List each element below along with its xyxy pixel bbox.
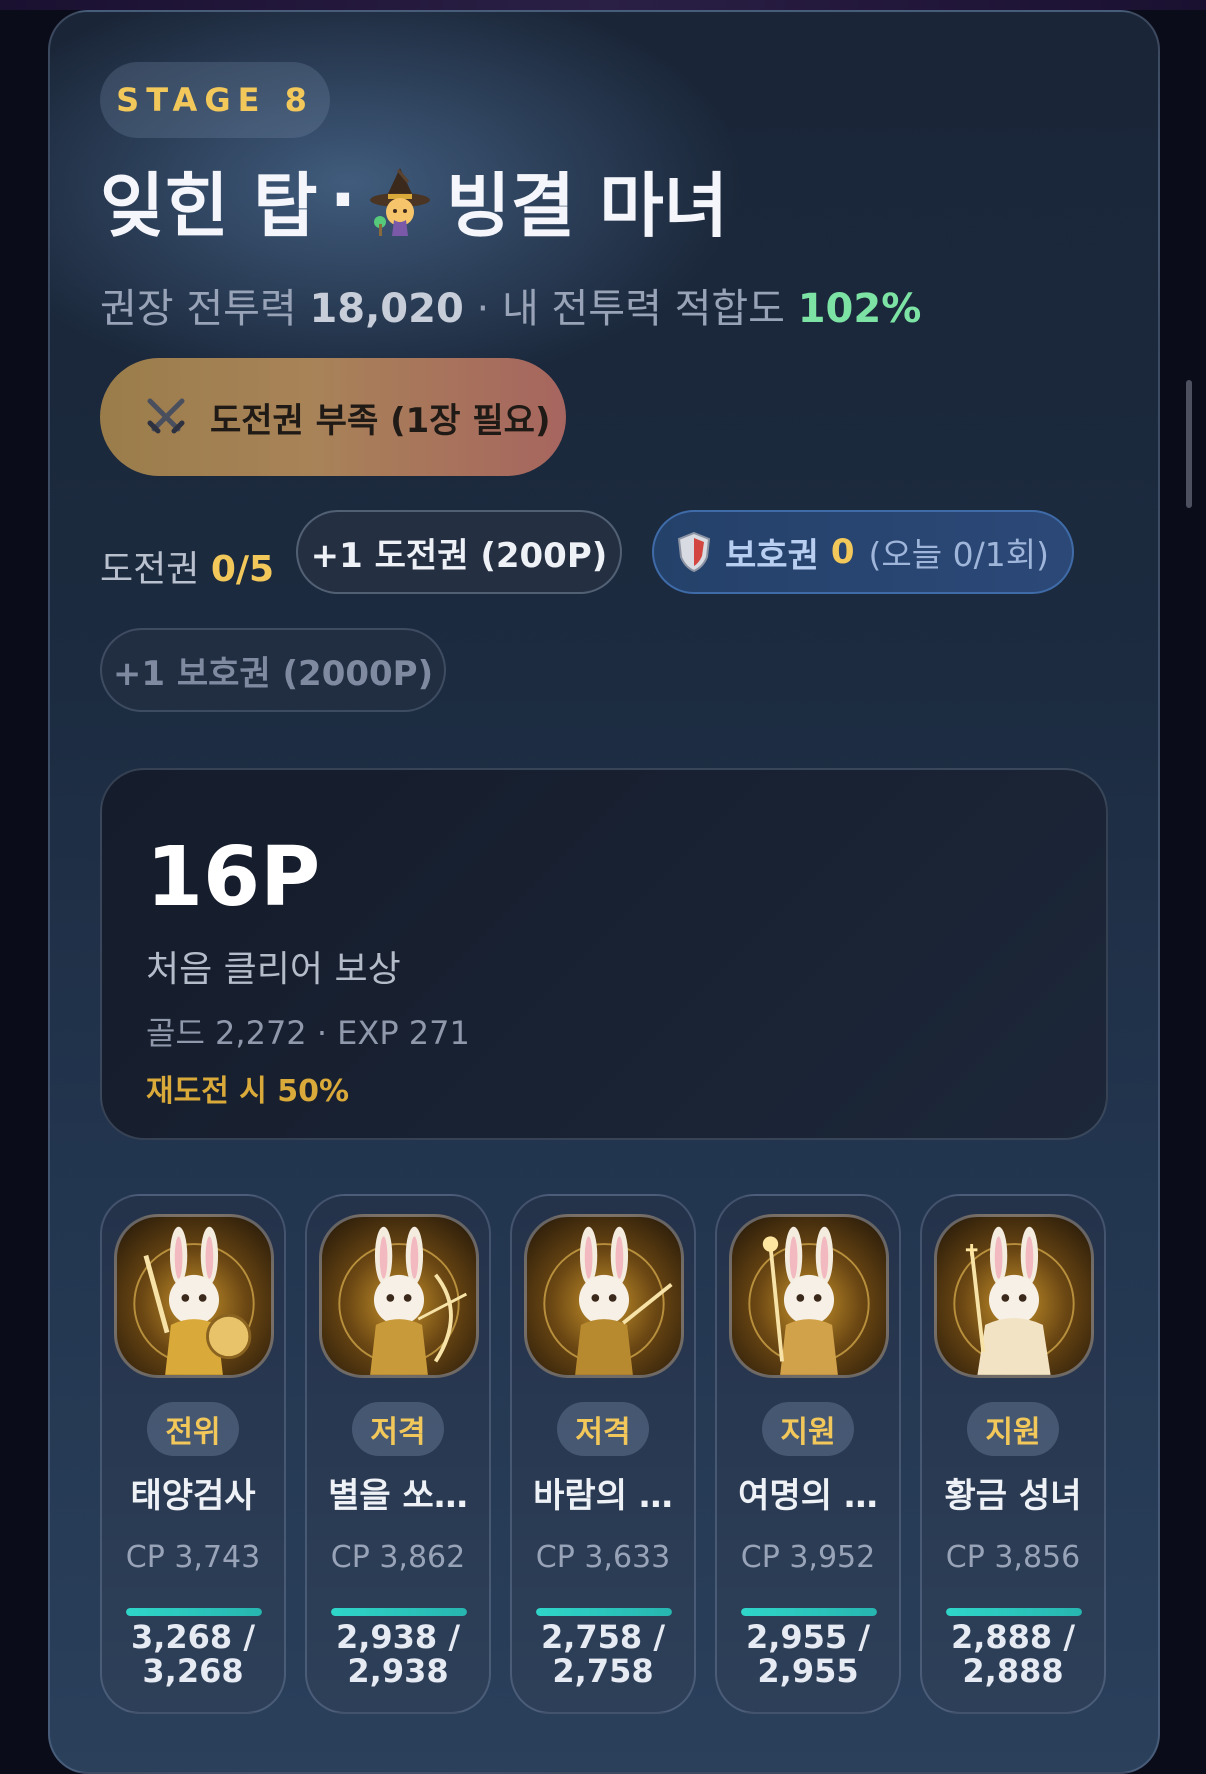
unit-role-badge: 저격 xyxy=(557,1402,649,1456)
unit-name: 태양검사 xyxy=(130,1476,256,1516)
unit-name: 바람의 … xyxy=(533,1476,673,1516)
unit-hp: 2,938 / 2,938 xyxy=(335,1618,461,1690)
recommended-power-label: 권장 전투력 xyxy=(100,286,297,332)
buy-ticket-button[interactable]: +1 도전권 (200P) xyxy=(296,510,622,594)
unit-card[interactable]: 저격 별을 쏘… CP 3,862 2,938 / 2,938 xyxy=(305,1194,491,1714)
bunny-saint-portrait xyxy=(934,1214,1094,1378)
unit-role-badge: 저격 xyxy=(352,1402,444,1456)
unit-role-badge: 지원 xyxy=(762,1402,854,1456)
bunny-archer-portrait xyxy=(319,1214,479,1378)
bunny-mage-portrait xyxy=(729,1214,889,1378)
challenge-button-label: 도전권 부족 (1장 필요) xyxy=(210,400,551,441)
reward-detail: 골드 2,272 · EXP 271 xyxy=(146,1014,470,1052)
unit-card[interactable]: 지원 여명의 … CP 3,952 2,955 / 2,955 xyxy=(715,1194,901,1714)
unit-name: 별을 쏘… xyxy=(328,1476,468,1516)
unit-hp-bar xyxy=(126,1608,262,1616)
unit-hp-bar xyxy=(536,1608,672,1616)
power-fit-value: 102% xyxy=(797,286,922,332)
shield-count: 0 xyxy=(830,532,855,572)
shield-label: 보호권 xyxy=(725,535,819,576)
unit-cp: CP 3,952 xyxy=(740,1540,876,1575)
unit-cp: CP 3,743 xyxy=(125,1540,261,1575)
buy-shield-button[interactable]: +1 보호권 (2000P) xyxy=(100,628,446,712)
unit-hp: 3,268 / 3,268 xyxy=(130,1618,256,1690)
challenge-button[interactable]: 도전권 부족 (1장 필요) xyxy=(100,358,566,476)
unit-name: 여명의 … xyxy=(738,1476,878,1516)
ticket-count: 도전권 0/5 xyxy=(100,540,274,592)
stage-badge: STAGE 8 xyxy=(100,62,330,138)
unit-hp: 2,955 / 2,955 xyxy=(745,1618,871,1690)
unit-hp: 2,758 / 2,758 xyxy=(540,1618,666,1690)
bunny-knight-portrait xyxy=(114,1214,274,1378)
unit-card[interactable]: 전위 태양검사 CP 3,743 3,268 / 3,268 xyxy=(100,1194,286,1714)
reward-retry-rate: 재도전 시 50% xyxy=(146,1074,350,1109)
unit-hp-fill xyxy=(331,1608,467,1616)
scrollbar[interactable] xyxy=(1186,380,1192,508)
unit-hp-bar xyxy=(946,1608,1082,1616)
title-place: 잊힌 탑 xyxy=(100,164,318,247)
unit-hp: 2,888 / 2,888 xyxy=(950,1618,1076,1690)
power-info-separator: · xyxy=(476,286,490,332)
power-info: 권장 전투력 18,020 · 내 전투력 적합도 102% xyxy=(100,276,921,334)
shield-icon xyxy=(677,531,711,573)
unit-hp-fill xyxy=(741,1608,877,1616)
reward-label: 처음 클리어 보상 xyxy=(146,949,401,990)
top-edge xyxy=(0,0,1206,10)
unit-name: 황금 성녀 xyxy=(944,1476,1082,1516)
reward-points: 16P xyxy=(146,830,321,925)
unit-card[interactable]: 저격 바람의 … CP 3,633 2,758 / 2,758 xyxy=(510,1194,696,1714)
unit-role-badge: 지원 xyxy=(967,1402,1059,1456)
ticket-count-label: 도전권 xyxy=(100,549,200,590)
witch-icon xyxy=(368,164,432,236)
power-fit-label: 내 전투력 적합도 xyxy=(501,286,785,332)
unit-hp-bar xyxy=(331,1608,467,1616)
recommended-power-value: 18,020 xyxy=(309,286,464,332)
crossed-swords-icon xyxy=(144,395,188,439)
unit-cp: CP 3,862 xyxy=(330,1540,466,1575)
title-boss: 빙결 마녀 xyxy=(446,164,729,247)
stage-panel: STAGE 8 잊힌 탑 · 빙결 마녀 권장 전투력 18,020 · 내 전… xyxy=(48,10,1160,1774)
unit-hp-fill xyxy=(536,1608,672,1616)
unit-cp: CP 3,856 xyxy=(945,1540,1081,1575)
unit-hp-fill xyxy=(126,1608,262,1616)
unit-hp-bar xyxy=(741,1608,877,1616)
page-title: 잊힌 탑 · 빙결 마녀 xyxy=(100,159,728,247)
ticket-count-value: 0/5 xyxy=(210,549,275,590)
unit-cp: CP 3,633 xyxy=(535,1540,671,1575)
unit-role-badge: 전위 xyxy=(147,1402,239,1456)
shield-status-button[interactable]: 보호권 0 (오늘 0/1회) xyxy=(652,510,1074,594)
party-units: 전위 태양검사 CP 3,743 3,268 / 3,268 저격 별을 쏘… … xyxy=(100,1194,1108,1754)
unit-hp-fill xyxy=(946,1608,1082,1616)
shield-today-usage: (오늘 0/1회) xyxy=(868,535,1049,574)
reward-card: 16P 처음 클리어 보상 골드 2,272 · EXP 271 재도전 시 5… xyxy=(100,768,1108,1140)
unit-card[interactable]: 지원 황금 성녀 CP 3,856 2,888 / 2,888 xyxy=(920,1194,1106,1714)
title-separator: · xyxy=(329,159,357,241)
bunny-archer-portrait xyxy=(524,1214,684,1378)
